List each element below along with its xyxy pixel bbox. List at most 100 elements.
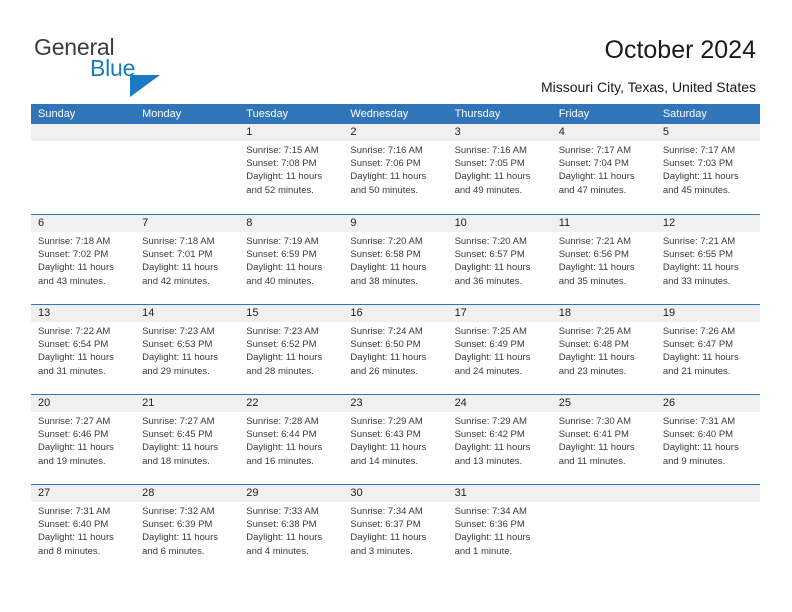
daylight-text: Daylight: 11 hours and 8 minutes.	[38, 532, 114, 557]
sunrise-text: Sunrise: 7:21 AM	[662, 236, 736, 247]
general-blue-logo[interactable]: General Blue	[34, 34, 234, 97]
daylight-text: Daylight: 11 hours and 11 minutes.	[558, 442, 635, 467]
calendar-week-row: 6 Sunrise: 7:18 AM Sunset: 7:02 PM Daylight…	[31, 214, 760, 304]
sunrise-text: Sunrise: 7:22 AM	[38, 326, 111, 337]
calendar-day-cell[interactable]: 24 Sunrise: 7:29 AM Sunset: 6:42 PM Dayligh…	[447, 395, 552, 484]
calendar-day-cell[interactable]: 16 Sunrise: 7:24 AM Sunset: 6:50 PM Dayligh…	[343, 305, 448, 394]
day-header-thursday: Thursday	[454, 108, 501, 120]
calendar-day-cell[interactable]: 7 Sunrise: 7:18 AM Sunset: 7:01 PM Daylight…	[135, 215, 240, 304]
calendar-day-cell[interactable]: 13 Sunrise: 7:22 AM Sunset: 6:54 PM Dayligh…	[31, 305, 136, 394]
calendar-day-cell[interactable]: 6 Sunrise: 7:18 AM Sunset: 7:02 PM Daylight…	[31, 215, 136, 304]
day-number: 2	[343, 124, 448, 141]
day-number: 4	[551, 124, 656, 141]
calendar-day-cell[interactable]: 11 Sunrise: 7:21 AM Sunset: 6:56 PM Dayligh…	[551, 215, 656, 304]
sunset-text: Sunset: 7:03 PM	[662, 158, 734, 170]
sunset-text: Sunset: 6:59 PM	[246, 249, 317, 261]
sunset-text: Sunset: 7:08 PM	[246, 158, 317, 170]
calendar-day-cell[interactable]: 2 Sunrise: 7:16 AM Sunset: 7:06 PM Daylight…	[343, 124, 448, 214]
calendar-day-cell[interactable]: 14 Sunrise: 7:23 AM Sunset: 6:53 PM Dayligh…	[135, 305, 240, 394]
sunset-text: Sunset: 7:06 PM	[350, 158, 421, 170]
calendar-day-cell[interactable]: 27 Sunrise: 7:31 AM Sunset: 6:40 PM Dayligh…	[31, 485, 136, 574]
day-number	[551, 485, 656, 502]
sunset-text: Sunset: 6:49 PM	[454, 339, 525, 351]
calendar-day-cell[interactable]: 30 Sunrise: 7:34 AM Sunset: 6:37 PM Dayligh…	[343, 485, 448, 574]
day-number	[135, 124, 240, 141]
sunset-text: Sunset: 6:55 PM	[662, 249, 734, 261]
day-sun-info: Sunrise: 7:33 AM Sunset: 6:38 PM Daylight:…	[239, 502, 343, 558]
day-sun-info: Sunrise: 7:20 AM Sunset: 6:57 PM Daylight:…	[448, 232, 552, 288]
daylight-text: Daylight: 11 hours and 31 minutes.	[38, 352, 114, 377]
calendar-day-cell[interactable]: 29 Sunrise: 7:33 AM Sunset: 6:38 PM Dayligh…	[239, 485, 344, 574]
day-number: 18	[551, 305, 656, 322]
calendar-week-row: 1 Sunrise: 7:15 AM Sunset: 7:08 PM Daylight…	[31, 124, 760, 214]
sunset-text: Sunset: 6:40 PM	[38, 519, 109, 531]
day-number: 14	[135, 305, 240, 322]
daylight-text: Daylight: 11 hours and 52 minutes.	[246, 171, 323, 196]
day-number: 22	[239, 395, 344, 412]
calendar-day-cell[interactable]: 3 Sunrise: 7:16 AM Sunset: 7:05 PM Daylight…	[447, 124, 552, 214]
sunset-text: Sunset: 6:41 PM	[558, 429, 629, 441]
calendar-day-cell[interactable]: 18 Sunrise: 7:25 AM Sunset: 6:48 PM Dayligh…	[551, 305, 656, 394]
calendar-day-cell[interactable]: 28 Sunrise: 7:32 AM Sunset: 6:39 PM Dayligh…	[135, 485, 240, 574]
sunrise-text: Sunrise: 7:27 AM	[38, 416, 111, 427]
sunrise-text: Sunrise: 7:26 AM	[662, 326, 736, 337]
day-number: 12	[655, 215, 760, 232]
day-sun-info: Sunrise: 7:29 AM Sunset: 6:43 PM Daylight:…	[343, 412, 447, 468]
calendar-day-cell[interactable]: 17 Sunrise: 7:25 AM Sunset: 6:49 PM Dayligh…	[447, 305, 552, 394]
calendar-day-cell[interactable]: 20 Sunrise: 7:27 AM Sunset: 6:46 PM Dayligh…	[31, 395, 136, 484]
daylight-text: Daylight: 11 hours and 50 minutes.	[350, 171, 427, 196]
day-header-tuesday: Tuesday	[246, 108, 289, 120]
day-number: 9	[343, 215, 448, 232]
calendar-day-cell[interactable]: 26 Sunrise: 7:31 AM Sunset: 6:40 PM Dayligh…	[655, 395, 760, 484]
page-title: October 2024	[604, 36, 757, 64]
day-number: 27	[31, 485, 136, 502]
calendar-day-cell[interactable]: 15 Sunrise: 7:23 AM Sunset: 6:52 PM Dayligh…	[239, 305, 344, 394]
day-number: 21	[135, 395, 240, 412]
calendar-day-cell[interactable]: 10 Sunrise: 7:20 AM Sunset: 6:57 PM Dayligh…	[447, 215, 552, 304]
calendar-day-cell[interactable]: 1 Sunrise: 7:15 AM Sunset: 7:08 PM Daylight…	[239, 124, 344, 214]
sunset-text: Sunset: 6:48 PM	[558, 339, 629, 351]
sunset-text: Sunset: 6:44 PM	[246, 429, 317, 441]
day-number: 25	[551, 395, 656, 412]
daylight-text: Daylight: 11 hours and 45 minutes.	[662, 171, 739, 196]
calendar-day-cell[interactable]: 25 Sunrise: 7:30 AM Sunset: 6:41 PM Dayligh…	[551, 395, 656, 484]
sunset-text: Sunset: 6:39 PM	[142, 519, 213, 531]
logo-text-blue: Blue	[90, 55, 136, 81]
sunset-text: Sunset: 6:36 PM	[454, 519, 525, 531]
sunset-text: Sunset: 6:43 PM	[350, 429, 421, 441]
calendar-day-cell-empty	[135, 124, 240, 214]
sunset-text: Sunset: 6:58 PM	[350, 249, 421, 261]
calendar-day-cell[interactable]: 12 Sunrise: 7:21 AM Sunset: 6:55 PM Dayligh…	[655, 215, 760, 304]
daylight-text: Daylight: 11 hours and 33 minutes.	[662, 262, 739, 287]
daylight-text: Daylight: 11 hours and 42 minutes.	[142, 262, 219, 287]
calendar-day-cell[interactable]: 9 Sunrise: 7:20 AM Sunset: 6:58 PM Daylight…	[343, 215, 448, 304]
calendar-day-cell[interactable]: 31 Sunrise: 7:34 AM Sunset: 6:36 PM Dayligh…	[447, 485, 552, 574]
day-sun-info: Sunrise: 7:23 AM Sunset: 6:53 PM Daylight:…	[135, 322, 239, 378]
day-sun-info: Sunrise: 7:30 AM Sunset: 6:41 PM Daylight:…	[552, 412, 656, 468]
calendar-day-cell[interactable]: 5 Sunrise: 7:17 AM Sunset: 7:03 PM Daylight…	[655, 124, 760, 214]
calendar-day-cell[interactable]: 19 Sunrise: 7:26 AM Sunset: 6:47 PM Dayligh…	[655, 305, 760, 394]
sunrise-text: Sunrise: 7:19 AM	[246, 236, 319, 247]
calendar-day-cell[interactable]: 22 Sunrise: 7:28 AM Sunset: 6:44 PM Dayligh…	[239, 395, 344, 484]
daylight-text: Daylight: 11 hours and 3 minutes.	[350, 532, 427, 557]
day-sun-info: Sunrise: 7:20 AM Sunset: 6:58 PM Daylight:…	[343, 232, 447, 288]
calendar-day-cell[interactable]: 23 Sunrise: 7:29 AM Sunset: 6:43 PM Dayligh…	[343, 395, 448, 484]
calendar-table: Sunday Monday Tuesday Wednesday Thursday Frid…	[31, 104, 760, 574]
sunset-text: Sunset: 6:38 PM	[246, 519, 317, 531]
calendar-day-cell[interactable]: 4 Sunrise: 7:17 AM Sunset: 7:04 PM Daylight…	[551, 124, 656, 214]
calendar-day-cell[interactable]: 21 Sunrise: 7:27 AM Sunset: 6:45 PM Dayligh…	[135, 395, 240, 484]
day-header-wednesday: Wednesday	[350, 108, 409, 120]
sunset-text: Sunset: 6:40 PM	[662, 429, 734, 441]
sunset-text: Sunset: 7:05 PM	[454, 158, 525, 170]
sunrise-text: Sunrise: 7:21 AM	[558, 236, 632, 247]
day-sun-info: Sunrise: 7:32 AM Sunset: 6:39 PM Daylight:…	[135, 502, 239, 558]
daylight-text: Daylight: 11 hours and 36 minutes.	[454, 262, 531, 287]
calendar-day-cell[interactable]: 8 Sunrise: 7:19 AM Sunset: 6:59 PM Daylight…	[239, 215, 344, 304]
sunrise-text: Sunrise: 7:17 AM	[662, 145, 736, 156]
sunrise-text: Sunrise: 7:16 AM	[454, 145, 527, 156]
day-number	[31, 124, 136, 141]
sunset-text: Sunset: 7:02 PM	[38, 249, 109, 261]
sunrise-text: Sunrise: 7:34 AM	[454, 506, 527, 517]
day-sun-info: Sunrise: 7:17 AM Sunset: 7:04 PM Daylight:…	[552, 141, 656, 197]
sunset-text: Sunset: 6:56 PM	[558, 249, 629, 261]
